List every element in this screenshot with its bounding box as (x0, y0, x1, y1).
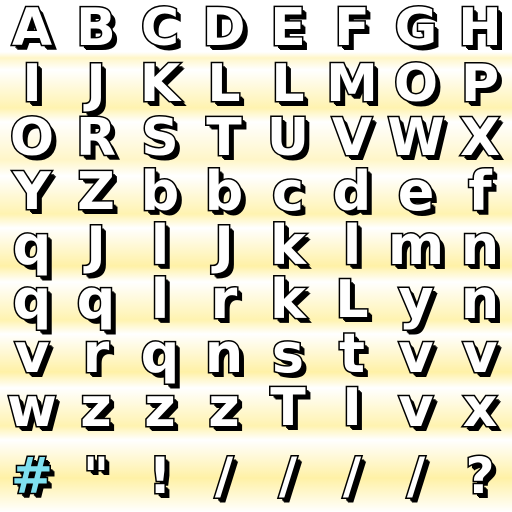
glyph-row-5: q J l J k l m n (0, 214, 512, 277)
glyph: k (269, 268, 308, 331)
glyph: k (269, 214, 308, 277)
glyph-row-9: # " ! / / / / ? (0, 448, 512, 504)
glyph: l (149, 214, 171, 277)
glyph: n (459, 268, 500, 331)
glyph: e (396, 160, 436, 223)
glyph: E (269, 0, 308, 58)
glyph: K (138, 54, 181, 114)
glyph: q (75, 268, 117, 331)
glyph: I (21, 54, 43, 114)
glyph: / (341, 447, 362, 505)
glyph: O (8, 108, 55, 168)
glyph: T (269, 378, 307, 438)
glyph: v (13, 322, 51, 385)
glyph: P (459, 54, 500, 114)
glyph: F (333, 0, 372, 58)
glyph: l (341, 214, 363, 277)
glyph: s (270, 322, 305, 385)
glyph: L (206, 54, 242, 114)
glyph: T (205, 108, 243, 168)
glyph: z (207, 376, 241, 439)
glyph-row-4: Y Z b b c d e f (0, 160, 512, 223)
glyph: J (85, 216, 107, 276)
glyph: n (203, 322, 244, 385)
glyph: O (392, 54, 439, 114)
glyph: R (74, 108, 117, 168)
glyph: y (397, 268, 435, 331)
glyph: H (457, 0, 504, 58)
glyph: J (213, 216, 235, 276)
glyph: z (79, 376, 113, 439)
glyph: r (81, 322, 111, 385)
hash-glyph: # (10, 447, 55, 505)
glyph: l (149, 268, 171, 331)
glyph: " (81, 447, 110, 505)
glyph: D (201, 0, 247, 58)
glyph: c (270, 160, 305, 223)
glyph: C (139, 0, 180, 58)
glyph: b (139, 160, 181, 223)
glyph: w (6, 376, 59, 439)
glyph: q (11, 268, 53, 331)
glyph-row-7: v r q n s t v v (0, 322, 512, 385)
glyph: f (467, 160, 494, 223)
glyph-row-1: A B C D E F G H (0, 0, 512, 56)
glyph: U (265, 108, 310, 168)
glyph: M (325, 54, 380, 114)
glyph: n (459, 214, 500, 277)
glyph: t (338, 322, 367, 385)
glyph: G (393, 0, 439, 58)
glyph: W (386, 108, 446, 168)
glyph: J (85, 54, 107, 114)
glyph: r (209, 268, 239, 331)
glyph: S (140, 108, 180, 168)
glyph: z (143, 376, 177, 439)
glyph-row-3: O R S T U V W X (0, 110, 512, 166)
glyph-row-2: I J K L L M O P (0, 56, 512, 112)
glyph: ! (147, 447, 173, 505)
glyph-sheet: A B C D E F G H I J K L L M O P O R S T … (0, 0, 512, 512)
glyph: X (458, 108, 501, 168)
glyph-row-6: q q l r k L y n (0, 268, 512, 331)
glyph: x (461, 376, 499, 439)
glyph: q (11, 214, 53, 277)
glyph: v (397, 376, 435, 439)
glyph-row-8: w z z z T I v x (0, 376, 512, 439)
glyph: / (405, 447, 426, 505)
glyph: Z (76, 162, 117, 222)
glyph: v (461, 322, 499, 385)
glyph: B (75, 0, 118, 58)
glyph: A (10, 0, 53, 58)
glyph: q (139, 322, 181, 385)
glyph: d (331, 160, 373, 223)
glyph: Y (12, 162, 53, 222)
glyph: ? (464, 447, 496, 505)
glyph: L (270, 54, 306, 114)
glyph: / (213, 447, 234, 505)
glyph: b (203, 160, 245, 223)
glyph: m (386, 214, 445, 277)
glyph: v (397, 322, 435, 385)
glyph: / (277, 447, 298, 505)
glyph: V (330, 108, 373, 168)
glyph: L (334, 270, 370, 330)
glyph: I (341, 378, 363, 438)
